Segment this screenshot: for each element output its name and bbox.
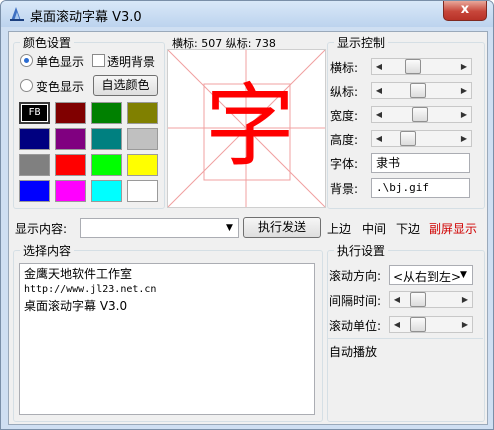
arrow-right-icon[interactable]: ▶: [458, 292, 472, 307]
font-input[interactable]: 隶书: [371, 153, 470, 173]
color-swatch[interactable]: [19, 128, 50, 150]
slider-label: 高度:: [330, 133, 359, 147]
slider-thumb[interactable]: [410, 317, 426, 332]
slider-thumb[interactable]: [410, 83, 426, 98]
scroll-direction-select[interactable]: <从右到左> ▼: [389, 265, 473, 285]
color-swatch[interactable]: [55, 128, 86, 150]
unit-slider[interactable]: ◀ ▶: [389, 316, 473, 333]
color-swatch[interactable]: [19, 180, 50, 202]
arrow-left-icon[interactable]: ◀: [372, 107, 386, 122]
color-swatch[interactable]: [127, 154, 158, 176]
color-swatch[interactable]: [127, 128, 158, 150]
display-control-legend: 显示控制: [334, 34, 389, 51]
color-swatch[interactable]: [55, 102, 86, 124]
app-window: 桌面滚动字幕 V3.0 x 颜色设置 单色显示 透明背景 变色显示 自选颜色 F…: [0, 0, 494, 430]
scroll-direction-label: 滚动方向:: [329, 269, 382, 283]
color-swatch[interactable]: [127, 180, 158, 202]
select-content-legend: 选择内容: [20, 242, 75, 259]
content-combo[interactable]: ▼: [80, 218, 239, 238]
position-middle-link[interactable]: 中间: [362, 220, 386, 237]
arrow-left-icon[interactable]: ◀: [390, 292, 404, 307]
arrow-left-icon[interactable]: ◀: [372, 59, 386, 74]
single-color-label: 单色显示: [36, 55, 85, 69]
color-swatch[interactable]: FB: [19, 102, 50, 124]
slider-label: 横标:: [330, 61, 359, 75]
execute-settings-legend: 执行设置: [334, 242, 389, 259]
autoplay-label[interactable]: 自动播放: [329, 343, 377, 360]
preview-character: 字: [205, 74, 295, 179]
slider-thumb[interactable]: [405, 59, 421, 74]
arrow-right-icon[interactable]: ▶: [458, 317, 472, 332]
gradient-color-label: 变色显示: [36, 80, 85, 94]
chevron-down-icon[interactable]: ▼: [221, 219, 238, 237]
display-slider[interactable]: ◀ ▶: [371, 58, 472, 75]
content-textarea[interactable]: 金鹰天地软件工作室 http://www.jl23.net.cn 桌面滚动字幕 …: [19, 263, 315, 415]
slider-label: 纵标:: [330, 85, 359, 99]
color-swatch[interactable]: [91, 180, 122, 202]
slider-label: 宽度:: [330, 109, 359, 123]
content-label: 显示内容:: [15, 222, 68, 236]
title-bar[interactable]: 桌面滚动字幕 V3.0 x: [1, 1, 493, 27]
background-input[interactable]: .\bj.gif: [371, 178, 470, 198]
display-slider[interactable]: ◀ ▶: [371, 82, 472, 99]
position-bottom-link[interactable]: 下边: [396, 220, 420, 237]
arrow-left-icon[interactable]: ◀: [390, 317, 404, 332]
preview-canvas: 字: [167, 49, 326, 208]
color-settings-legend: 颜色设置: [20, 34, 75, 51]
gradient-color-radio[interactable]: [20, 79, 33, 92]
custom-color-button[interactable]: 自选颜色: [93, 75, 158, 96]
slider-thumb[interactable]: [410, 292, 426, 307]
unit-label: 滚动单位:: [329, 319, 382, 333]
position-top-link[interactable]: 上边: [327, 220, 351, 237]
window-title: 桌面滚动字幕 V3.0: [30, 10, 142, 25]
color-swatch[interactable]: [55, 180, 86, 202]
app-logo-icon: [10, 7, 24, 21]
content-line-1: 金鹰天地软件工作室: [24, 267, 133, 281]
send-button[interactable]: 执行发送: [243, 217, 321, 238]
arrow-right-icon[interactable]: ▶: [457, 131, 471, 146]
content-line-3: 桌面滚动字幕 V3.0: [24, 299, 128, 313]
chevron-down-icon[interactable]: ▼: [455, 266, 472, 284]
color-swatch[interactable]: [19, 154, 50, 176]
arrow-right-icon[interactable]: ▶: [457, 107, 471, 122]
color-swatch[interactable]: [55, 154, 86, 176]
content-line-2: http://www.jl23.net.cn: [24, 284, 157, 295]
slider-thumb[interactable]: [412, 107, 428, 122]
transparent-bg-label: 透明背景: [107, 55, 156, 69]
arrow-right-icon[interactable]: ▶: [457, 59, 471, 74]
arrow-left-icon[interactable]: ◀: [372, 131, 386, 146]
color-swatch[interactable]: [91, 102, 122, 124]
divider: [327, 338, 483, 339]
single-color-radio[interactable]: [20, 54, 33, 67]
scroll-direction-value: <从右到左>: [393, 270, 462, 284]
color-swatch[interactable]: [127, 102, 158, 124]
color-swatch[interactable]: [91, 128, 122, 150]
secondary-screen-link[interactable]: 副屏显示: [429, 220, 477, 237]
selected-swatch-text: FB: [28, 107, 41, 118]
background-label: 背景:: [330, 182, 359, 196]
arrow-right-icon[interactable]: ▶: [457, 83, 471, 98]
interval-label: 间隔时间:: [329, 294, 382, 308]
color-swatch[interactable]: [91, 154, 122, 176]
interval-slider[interactable]: ◀ ▶: [389, 291, 473, 308]
font-label: 字体:: [330, 157, 359, 171]
arrow-left-icon[interactable]: ◀: [372, 83, 386, 98]
display-slider[interactable]: ◀ ▶: [371, 106, 472, 123]
display-slider[interactable]: ◀ ▶: [371, 130, 472, 147]
close-button[interactable]: x: [443, 1, 487, 21]
main-panel: 颜色设置 单色显示 透明背景 变色显示 自选颜色 FB 横标: 507 纵标: …: [8, 31, 488, 425]
transparent-bg-checkbox[interactable]: [92, 54, 105, 67]
slider-thumb[interactable]: [400, 131, 416, 146]
